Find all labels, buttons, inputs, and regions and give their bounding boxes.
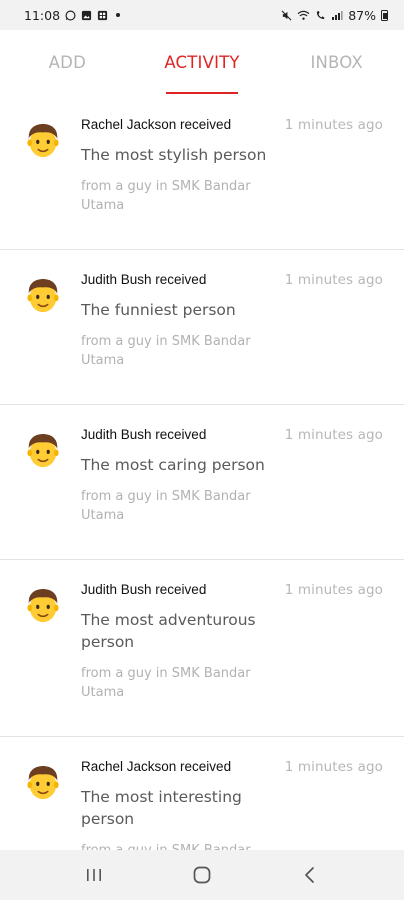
man-emoji-icon (24, 586, 62, 624)
timestamp: 1 minutes ago (284, 582, 383, 598)
timestamp: 1 minutes ago (284, 117, 383, 133)
award-title: The funniest person (81, 301, 236, 319)
recipient-line: Rachel Jackson received (81, 117, 232, 132)
status-bar-right: 87% (281, 8, 388, 23)
timestamp: 1 minutes ago (284, 427, 383, 443)
award-title: The most stylish person (81, 146, 267, 164)
wifi-calling-icon (315, 10, 326, 21)
tab-inbox[interactable]: INBOX (269, 30, 404, 95)
activity-list[interactable]: Rachel Jackson received 1 minutes ago Th… (0, 95, 404, 850)
timestamp: 1 minutes ago (284, 272, 383, 288)
man-emoji-icon (24, 121, 62, 159)
notification-dot-icon (116, 13, 121, 17)
list-item[interactable]: Judith Bush received 1 minutes ago The m… (0, 405, 404, 560)
battery-icon (381, 9, 388, 21)
sender-line: from a guy in SMK Bandar Utama (81, 666, 251, 700)
sender-line: from a guy in SMK Bandar Utama (81, 179, 251, 213)
award-title: The most caring person (81, 456, 265, 474)
recent-apps-icon[interactable] (69, 855, 119, 895)
award-title: The most adventurous person (81, 611, 256, 651)
list-item[interactable]: Rachel Jackson received 1 minutes ago Th… (0, 95, 404, 250)
status-time: 11:08 (24, 7, 61, 23)
recipient-line: Judith Bush received (81, 582, 207, 597)
wifi-icon (297, 10, 310, 21)
sender-line: from a guy in SMK Bandar Utama (81, 489, 251, 523)
list-item[interactable]: Judith Bush received 1 minutes ago The f… (0, 250, 404, 405)
recipient-line: Judith Bush received (81, 427, 207, 442)
timestamp: 1 minutes ago (284, 759, 383, 775)
sender-line: from a guy in SMK Bandar Utama (81, 334, 251, 368)
recipient-line: Rachel Jackson received (81, 759, 232, 774)
battery-percent: 87% (348, 7, 376, 23)
sender-line: from a guy in SMK Bandar Utama (81, 841, 281, 850)
list-item[interactable]: Rachel Jackson received 1 minutes ago Th… (0, 737, 404, 850)
back-icon[interactable] (285, 855, 335, 895)
man-emoji-icon (24, 276, 62, 314)
tab-activity[interactable]: ACTIVITY (135, 30, 270, 95)
grid-app-icon (97, 10, 108, 21)
system-nav-bar (0, 850, 404, 900)
man-emoji-icon (24, 431, 62, 469)
home-icon[interactable] (177, 855, 227, 895)
whatsapp-icon (65, 10, 76, 21)
status-bar-left: 11:08 (24, 7, 121, 23)
list-item[interactable]: Judith Bush received 1 minutes ago The m… (0, 560, 404, 737)
mute-icon (281, 10, 292, 21)
gallery-icon (81, 10, 92, 21)
tab-bar: ADD ACTIVITY INBOX (0, 30, 404, 95)
tab-add[interactable]: ADD (0, 30, 135, 95)
signal-icon (331, 10, 343, 21)
man-emoji-icon (24, 763, 62, 801)
award-title: The most interesting person (81, 788, 242, 828)
status-bar: 11:08 87% (0, 0, 404, 30)
recipient-line: Judith Bush received (81, 272, 207, 287)
